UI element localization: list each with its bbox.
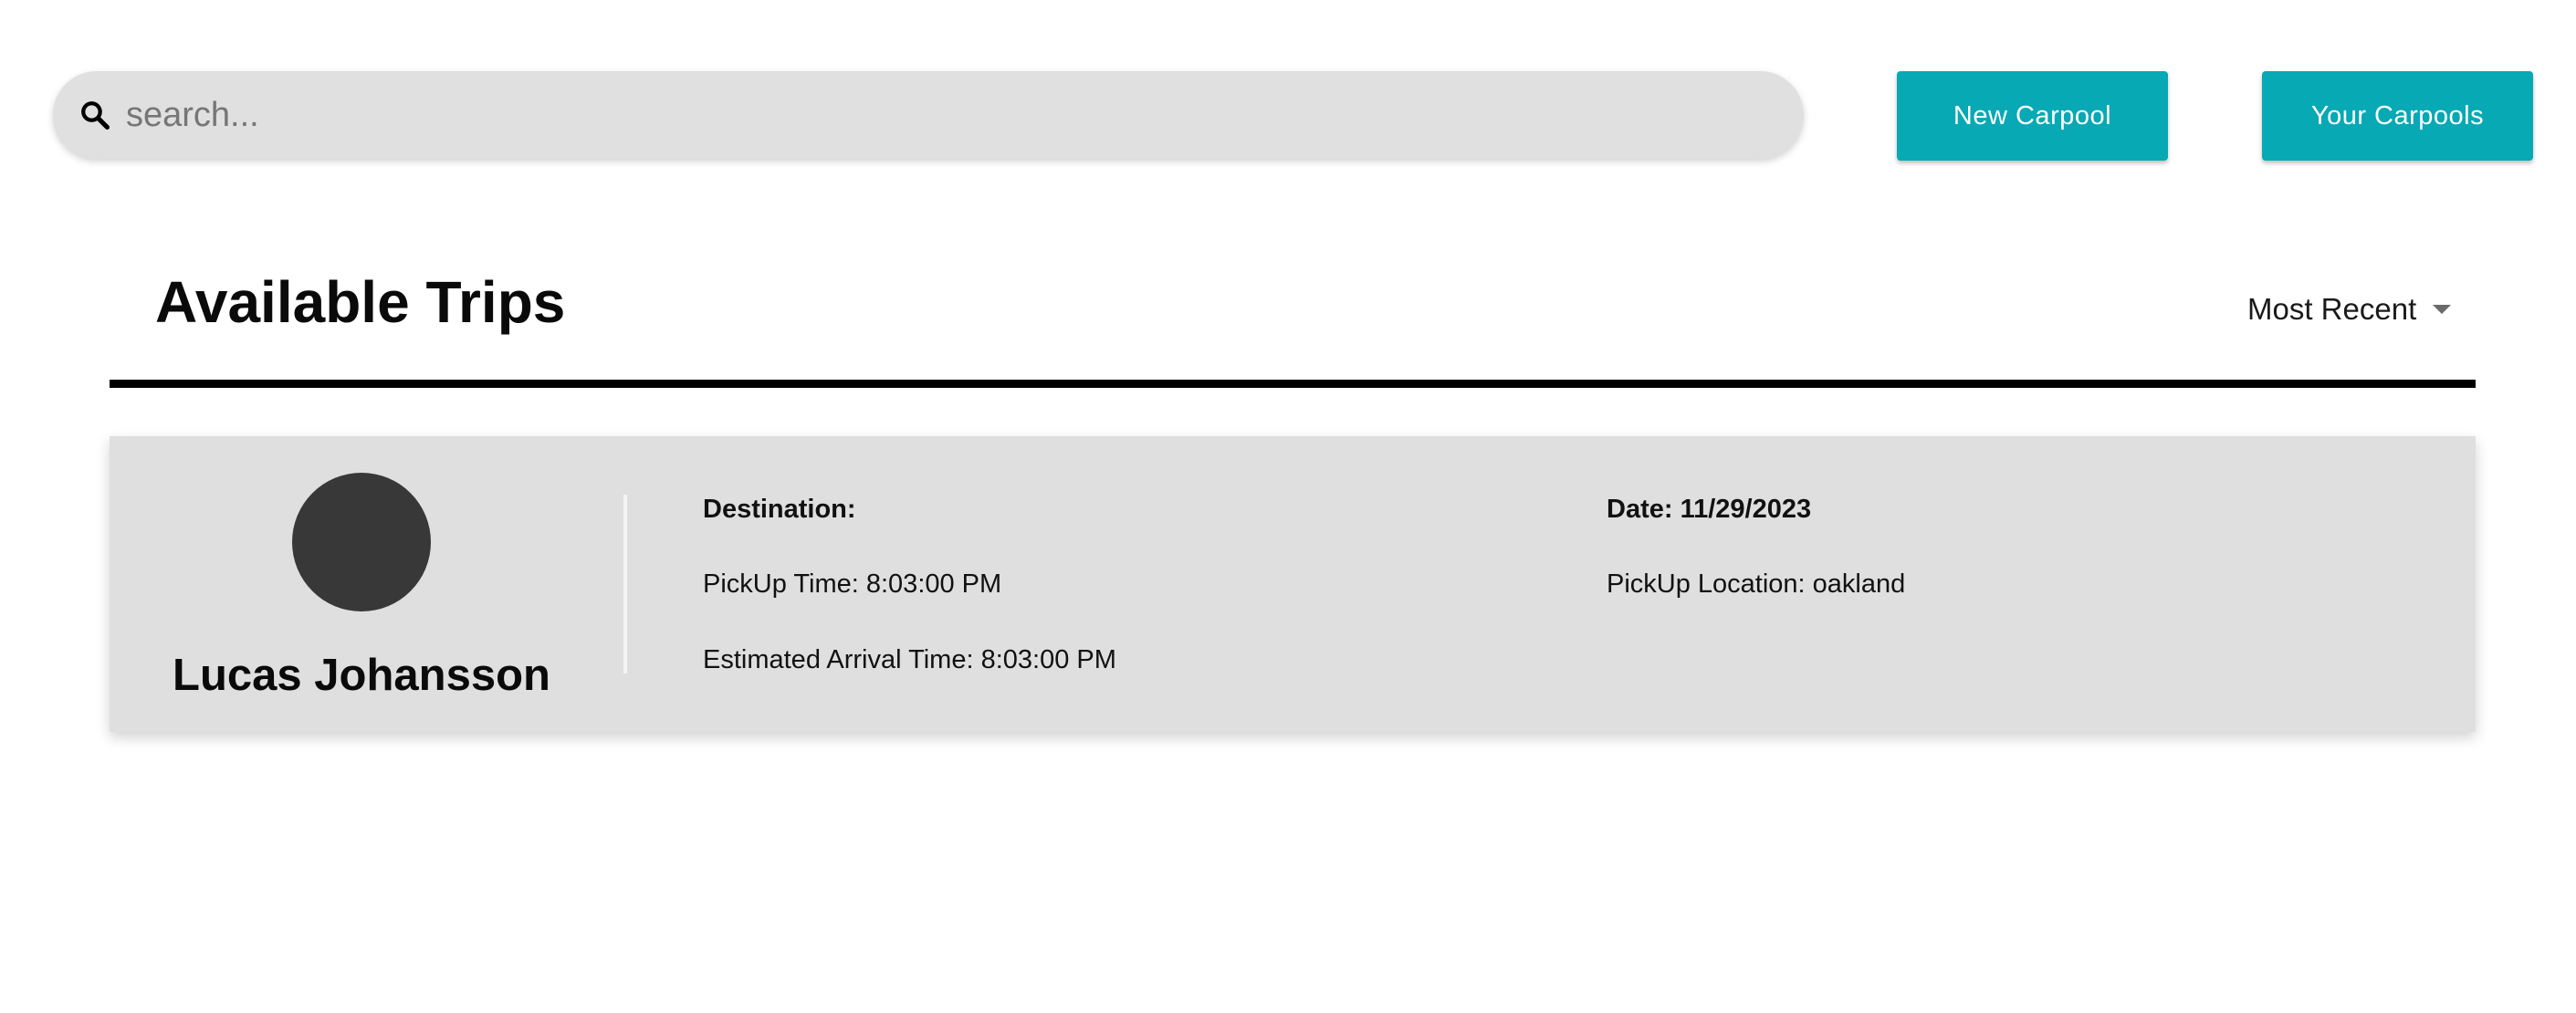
heading-divider	[110, 380, 2476, 388]
sort-dropdown[interactable]: Most Recent	[2247, 287, 2452, 332]
sort-selected-value: Most Recent	[2247, 292, 2417, 326]
trip-date: Date: 11/29/2023	[1607, 495, 1812, 524]
new-carpool-button[interactable]: New Carpool	[1897, 71, 2168, 161]
trip-arrival-time: Estimated Arrival Time: 8:03:00 PM	[703, 645, 1116, 674]
avatar	[292, 473, 431, 611]
trip-pickup-time: PickUp Time: 8:03:00 PM	[703, 569, 1002, 599]
driver-name: Lucas Johansson	[173, 651, 550, 700]
trip-card[interactable]: Lucas Johansson Destination: PickUp Time…	[110, 436, 2476, 732]
trip-destination: Destination:	[703, 495, 856, 524]
search-input[interactable]	[124, 70, 1804, 160]
caret-down-icon	[2433, 305, 2452, 314]
trip-pickup-location: PickUp Location: oakland	[1607, 569, 1906, 599]
search-icon	[79, 99, 111, 131]
page-title: Available Trips	[155, 269, 566, 335]
your-carpools-button[interactable]: Your Carpools	[2262, 71, 2533, 161]
search-bar	[53, 70, 1804, 160]
card-divider	[623, 495, 627, 674]
